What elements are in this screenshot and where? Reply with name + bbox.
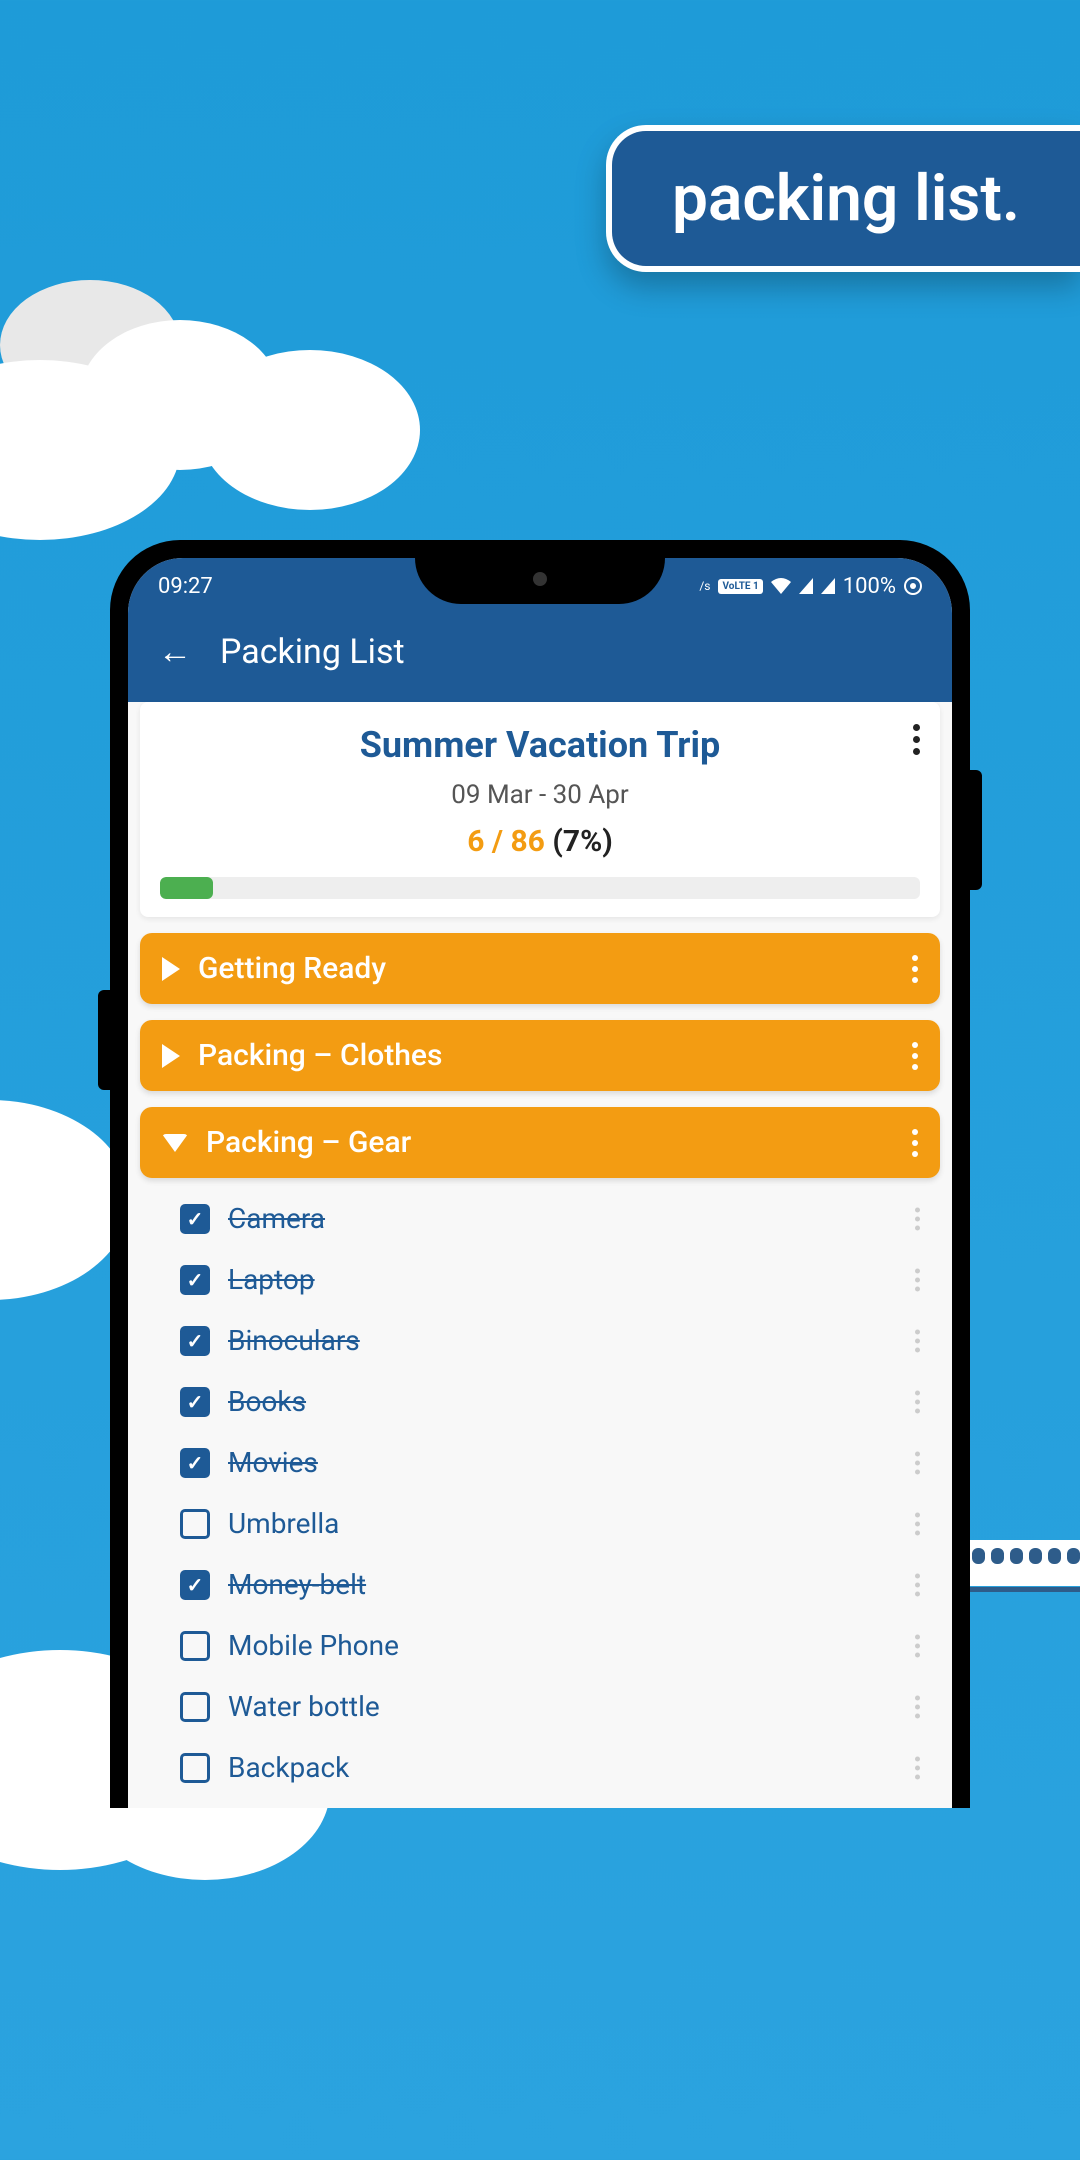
item-label: Umbrella	[228, 1507, 339, 1540]
battery-percent: 100%	[843, 574, 896, 599]
trip-progress-text: 6 / 86 (7%)	[160, 824, 920, 859]
item-menu-button[interactable]	[915, 1512, 920, 1535]
section-title: Packing – Gear	[206, 1125, 411, 1160]
item-label: Backpack	[228, 1751, 349, 1784]
checkmark-icon: ✓	[187, 1573, 204, 1597]
item-menu-button[interactable]	[915, 1329, 920, 1352]
item-menu-button[interactable]	[915, 1756, 920, 1779]
banner-text: packing list.	[672, 161, 1020, 236]
item-label: Books	[228, 1385, 306, 1418]
checkmark-icon: ✓	[187, 1390, 204, 1414]
item-label: Water bottle	[228, 1690, 380, 1723]
checkbox[interactable]: ✓	[180, 1265, 210, 1295]
checkbox[interactable]	[180, 1509, 210, 1539]
list-item[interactable]: ✓ Money-belt	[140, 1554, 940, 1615]
checkbox[interactable]: ✓	[180, 1387, 210, 1417]
checkbox[interactable]: ✓	[180, 1204, 210, 1234]
checkbox[interactable]: ✓	[180, 1570, 210, 1600]
item-label: Money-belt	[228, 1568, 366, 1601]
progress-fill	[160, 877, 213, 899]
list-item[interactable]: Mobile Phone	[140, 1615, 940, 1676]
section-title: Packing – Clothes	[198, 1038, 442, 1073]
section-menu-button[interactable]	[912, 1129, 918, 1157]
feature-banner: packing list.	[606, 125, 1080, 272]
item-label: Mobile Phone	[228, 1629, 399, 1662]
section-getting-ready[interactable]: Getting Ready	[140, 933, 940, 1004]
item-menu-button[interactable]	[915, 1390, 920, 1413]
item-menu-button[interactable]	[915, 1573, 920, 1596]
trip-title: Summer Vacation Trip	[160, 724, 920, 766]
location-icon	[904, 577, 922, 595]
phone-frame: 09:27 /s VoLTE 1 100% ← Packing List S	[110, 540, 970, 1808]
trip-menu-button[interactable]	[913, 724, 920, 755]
list-item[interactable]: ✓ Movies	[140, 1432, 940, 1493]
app-title: Packing List	[220, 632, 405, 672]
item-menu-button[interactable]	[915, 1451, 920, 1474]
checkbox[interactable]	[180, 1631, 210, 1661]
items-list: ✓ Camera ✓ Laptop ✓ Binoculars ✓ Books ✓ Movies Um…	[140, 1178, 940, 1808]
expand-icon	[162, 957, 180, 981]
volte-badge: VoLTE 1	[718, 579, 762, 594]
section-menu-button[interactable]	[912, 1042, 918, 1070]
section-title: Getting Ready	[198, 951, 386, 986]
list-item[interactable]: Water bottle	[140, 1676, 940, 1737]
signal-icon	[799, 578, 813, 594]
item-label: Movies	[228, 1446, 318, 1479]
list-item[interactable]: ✓ Books	[140, 1371, 940, 1432]
status-time: 09:27	[158, 574, 213, 599]
phone-side-button	[98, 990, 110, 1090]
wifi-icon	[771, 578, 791, 594]
list-item[interactable]: ✓ Laptop	[140, 1249, 940, 1310]
item-menu-button[interactable]	[915, 1695, 920, 1718]
item-menu-button[interactable]	[915, 1207, 920, 1230]
item-menu-button[interactable]	[915, 1268, 920, 1291]
item-menu-button[interactable]	[915, 1634, 920, 1657]
section-packing-clothes[interactable]: Packing – Clothes	[140, 1020, 940, 1091]
collapse-icon	[162, 1134, 188, 1152]
checkmark-icon: ✓	[187, 1207, 204, 1231]
checkbox[interactable]	[180, 1692, 210, 1722]
checkbox[interactable]: ✓	[180, 1448, 210, 1478]
list-item[interactable]: ✓ Camera	[140, 1188, 940, 1249]
section-menu-button[interactable]	[912, 955, 918, 983]
trip-card: Summer Vacation Trip 09 Mar - 30 Apr 6 /…	[140, 702, 940, 917]
checkmark-icon: ✓	[187, 1268, 204, 1292]
list-item[interactable]: Umbrella	[140, 1493, 940, 1554]
checkbox[interactable]: ✓	[180, 1326, 210, 1356]
checkbox[interactable]	[180, 1753, 210, 1783]
progress-bar	[160, 877, 920, 899]
phone-notch	[415, 558, 665, 604]
item-label: Laptop	[228, 1263, 315, 1296]
checkmark-icon: ✓	[187, 1451, 204, 1475]
item-label: Binoculars	[228, 1324, 360, 1357]
item-label: Camera	[228, 1202, 325, 1235]
expand-icon	[162, 1044, 180, 1068]
back-arrow-icon[interactable]: ←	[158, 632, 192, 672]
checkmark-icon: ✓	[187, 1329, 204, 1353]
trip-dates: 09 Mar - 30 Apr	[160, 780, 920, 810]
signal-icon	[821, 578, 835, 594]
list-item[interactable]: ✓ Binoculars	[140, 1310, 940, 1371]
section-packing-gear[interactable]: Packing – Gear	[140, 1107, 940, 1178]
list-item[interactable]: Backpack	[140, 1737, 940, 1798]
phone-side-button	[970, 770, 982, 890]
